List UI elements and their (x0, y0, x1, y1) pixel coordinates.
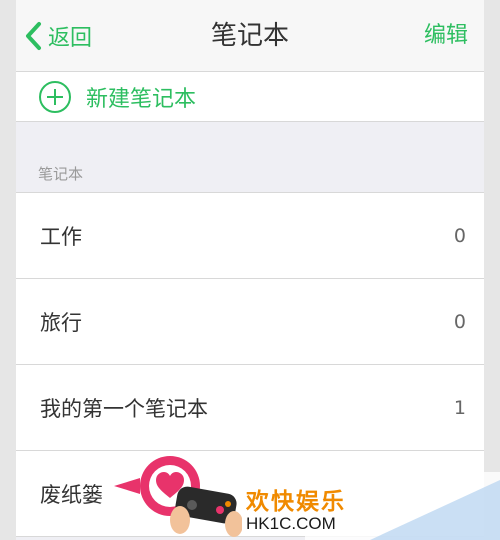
watermark-title: 欢快娱乐 (246, 489, 346, 515)
notebook-row-first[interactable]: 我的第一个笔记本 1 (16, 365, 484, 451)
notebook-row-work[interactable]: 工作 0 (16, 193, 484, 279)
page-title: 笔记本 (210, 21, 289, 51)
new-notebook-label: 新建笔记本 (86, 86, 197, 112)
notebook-name: 我的第一个笔记本 (40, 396, 208, 421)
navigation-bar: 返回 笔记本 编辑 (16, 0, 484, 72)
note-count: 0 (453, 310, 466, 333)
new-notebook-button[interactable]: 新建笔记本 (16, 72, 484, 122)
note-count: 1 (453, 396, 466, 419)
watermark-url: HK1C.COM (246, 514, 336, 533)
note-count: 0 (453, 224, 466, 247)
notebook-row-travel[interactable]: 旅行 0 (16, 279, 484, 365)
site-watermark: 欢快娱乐 HK1C.COM (110, 452, 500, 540)
corner-glint (370, 480, 500, 540)
plus-circle-icon (16, 80, 72, 114)
notebook-name: 工作 (40, 224, 82, 249)
notebook-name: 废纸篓 (40, 482, 103, 507)
edit-button[interactable]: 编辑 (424, 18, 468, 54)
notebook-name: 旅行 (40, 310, 82, 335)
section-header: 笔记本 (38, 165, 84, 183)
watermark-heart-logo (110, 452, 243, 540)
